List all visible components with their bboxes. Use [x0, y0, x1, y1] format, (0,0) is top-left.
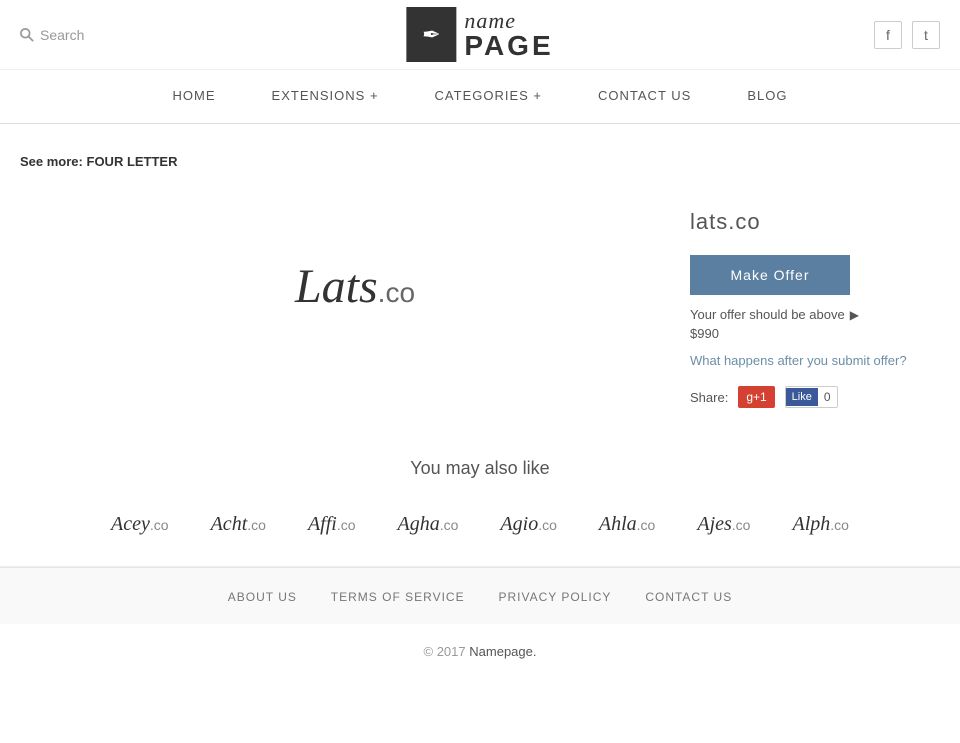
gplus-button[interactable]: g+1: [738, 386, 774, 408]
also-like-word: Affi: [308, 513, 337, 535]
breadcrumb: See more: FOUR LETTER: [20, 154, 940, 169]
offer-hint-row: Your offer should be above ▶: [690, 307, 940, 322]
footer-privacy[interactable]: PRIVACY POLICY: [498, 590, 611, 604]
offer-price: $990: [690, 326, 940, 341]
domain-display: Lats.co: [295, 259, 415, 314]
search-icon: [20, 28, 34, 42]
logo-text: name PAGE: [464, 10, 553, 60]
also-like-item[interactable]: Acey.co: [95, 503, 185, 546]
breadcrumb-prefix: See more:: [20, 154, 83, 169]
footer-links: ABOUT US TERMS OF SERVICE PRIVACY POLICY…: [0, 567, 960, 624]
share-label: Share:: [690, 390, 728, 405]
main-nav: HOME EXTENSIONS + CATEGORIES + CONTACT U…: [0, 70, 960, 124]
logo-name: name: [464, 10, 553, 32]
footer-terms[interactable]: TERMS OF SERVICE: [331, 590, 465, 604]
also-like-item[interactable]: Ahla.co: [583, 503, 671, 546]
also-like-word: Agha: [398, 513, 440, 535]
domain-logo-area: Lats.co: [20, 199, 690, 374]
share-row: Share: g+1 Like 0: [690, 386, 940, 408]
fb-like-button[interactable]: Like 0: [785, 386, 838, 408]
logo-icon: [406, 7, 456, 62]
what-happens-link[interactable]: What happens after you submit offer?: [690, 353, 940, 368]
domain-name-title: lats.co: [690, 209, 940, 235]
breadcrumb-link[interactable]: FOUR LETTER: [87, 154, 178, 169]
copy-brand[interactable]: Namepage.: [469, 644, 536, 659]
social-links: f t: [874, 21, 940, 49]
also-like-section: You may also like Acey.coAcht.coAffi.coA…: [20, 458, 940, 546]
also-like-word: Ajes: [697, 513, 731, 535]
also-like-item[interactable]: Agha.co: [382, 503, 475, 546]
facebook-link[interactable]: f: [874, 21, 902, 49]
also-like-ext: .co: [440, 517, 459, 533]
nav-blog[interactable]: BLOG: [719, 70, 815, 123]
also-like-word: Ahla: [599, 513, 637, 535]
domain-section: Lats.co lats.co Make Offer Your offer sh…: [20, 199, 940, 418]
also-like-word: Alph: [792, 513, 830, 535]
copy-prefix: © 2017: [424, 644, 466, 659]
footer-contact[interactable]: CONTACT US: [645, 590, 732, 604]
search-area[interactable]: Search: [20, 27, 84, 43]
also-like-ext: .co: [637, 517, 656, 533]
also-like-word: Agio: [500, 513, 538, 535]
also-like-word: Acht: [211, 513, 248, 535]
also-like-item[interactable]: Ajes.co: [681, 503, 766, 546]
main-content: See more: FOUR LETTER Lats.co lats.co Ma…: [0, 124, 960, 566]
domain-ext: .co: [378, 277, 415, 308]
domain-word: Lats: [295, 260, 378, 313]
also-like-word: Acey: [111, 513, 150, 535]
also-like-ext: .co: [247, 517, 266, 533]
arrow-icon: ▶: [850, 308, 859, 322]
also-like-ext: .co: [150, 517, 169, 533]
footer-about[interactable]: ABOUT US: [228, 590, 297, 604]
nav-contact[interactable]: CONTACT US: [570, 70, 719, 123]
also-like-ext: .co: [830, 517, 849, 533]
nav-home[interactable]: HOME: [145, 70, 244, 123]
also-like-grid: Acey.coAcht.coAffi.coAgha.coAgio.coAhla.…: [20, 503, 940, 546]
nav-extensions[interactable]: EXTENSIONS +: [244, 70, 407, 123]
header: Search name PAGE f t: [0, 0, 960, 70]
also-like-ext: .co: [732, 517, 751, 533]
also-like-title: You may also like: [20, 458, 940, 479]
also-like-item[interactable]: Alph.co: [776, 503, 864, 546]
also-like-item[interactable]: Acht.co: [195, 503, 282, 546]
twitter-link[interactable]: t: [912, 21, 940, 49]
domain-info-panel: lats.co Make Offer Your offer should be …: [690, 199, 940, 418]
site-logo: name PAGE: [406, 7, 553, 62]
nav-categories[interactable]: CATEGORIES +: [407, 70, 570, 123]
also-like-ext: .co: [337, 517, 356, 533]
also-like-ext: .co: [538, 517, 557, 533]
footer-copyright: © 2017 Namepage.: [0, 624, 960, 679]
also-like-item[interactable]: Agio.co: [484, 503, 572, 546]
make-offer-button[interactable]: Make Offer: [690, 255, 850, 295]
fb-like-label: Like: [786, 388, 818, 406]
logo-page: PAGE: [464, 32, 553, 60]
search-label: Search: [40, 27, 84, 43]
fb-like-count: 0: [818, 387, 837, 407]
also-like-item[interactable]: Affi.co: [292, 503, 372, 546]
offer-hint-text: Your offer should be above: [690, 307, 845, 322]
